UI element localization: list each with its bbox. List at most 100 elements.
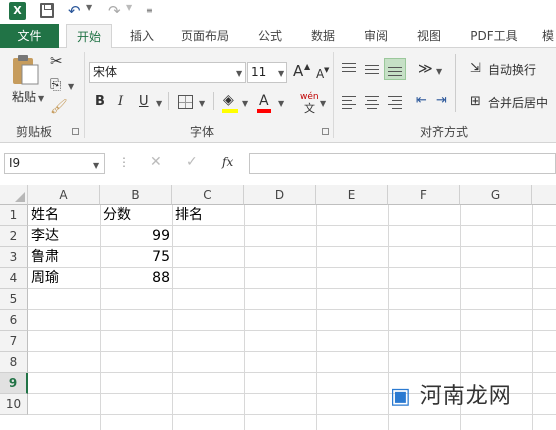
customize-toolbar-icon[interactable]: ≡ [146, 6, 153, 15]
copy-icon[interactable]: ⎘ [50, 76, 61, 94]
fill-color-icon[interactable]: ◈ [223, 91, 234, 109]
column-header-g[interactable]: G [460, 185, 532, 205]
tab-more[interactable]: 模 [540, 24, 556, 48]
name-box[interactable]: I9 [4, 153, 105, 174]
wrap-text-button[interactable]: 自动换行 [488, 61, 536, 79]
merge-center-icon[interactable]: ⊞ [470, 93, 481, 111]
column-header-a[interactable]: A [28, 185, 100, 205]
gridline [28, 372, 556, 373]
row-header-5[interactable]: 5 [0, 289, 28, 310]
row-header-4[interactable]: 4 [0, 268, 28, 289]
middle-align-icon[interactable] [365, 62, 381, 76]
undo-dropdown-icon[interactable]: ▼ [86, 3, 92, 12]
tab-formulas[interactable]: 公式 [250, 24, 290, 48]
tab-page-layout[interactable]: 页面布局 [173, 24, 237, 48]
paste-button[interactable]: 粘贴 [12, 88, 36, 106]
underline-button[interactable]: U [139, 93, 149, 111]
align-right-icon[interactable] [388, 95, 404, 109]
italic-button[interactable]: I [118, 93, 123, 111]
group-divider [84, 52, 85, 138]
shrink-font-button[interactable]: A [316, 65, 324, 83]
font-color-button[interactable]: A [259, 92, 269, 110]
font-size-dropdown-icon[interactable]: ▼ [278, 69, 284, 78]
row-header-8[interactable]: 8 [0, 352, 28, 373]
font-color-dropdown-icon[interactable]: ▼ [278, 99, 284, 108]
decrease-indent-icon[interactable]: ⇤ [416, 92, 427, 110]
formula-bar-resize-icon[interactable]: ⋮ [118, 153, 130, 171]
row-header-10[interactable]: 10 [0, 394, 28, 415]
align-center-icon[interactable] [365, 95, 381, 109]
row-header-9[interactable]: 9 [0, 373, 28, 394]
alignment-group-label: 对齐方式 [420, 125, 469, 139]
paste-icon[interactable] [10, 54, 40, 86]
column-header-d[interactable]: D [244, 185, 316, 205]
fill-color-dropdown-icon[interactable]: ▼ [242, 99, 248, 108]
tab-review[interactable]: 审阅 [356, 24, 396, 48]
cell-b3[interactable]: 75 [101, 247, 170, 268]
row-header-2[interactable]: 2 [0, 226, 28, 247]
redo-dropdown-icon[interactable]: ▼ [126, 3, 132, 12]
font-color-swatch [257, 109, 271, 113]
column-header-c[interactable]: C [172, 185, 244, 205]
row-header-6[interactable]: 6 [0, 310, 28, 331]
insert-function-button[interactable]: fx [222, 153, 233, 171]
cut-icon[interactable]: ✂ [50, 52, 63, 70]
align-left-icon[interactable] [342, 95, 358, 109]
tab-insert[interactable]: 插入 [122, 24, 162, 48]
bold-button[interactable]: B [95, 93, 105, 111]
row-header-7[interactable]: 7 [0, 331, 28, 352]
format-painter-icon[interactable]: 🖌 [50, 98, 68, 116]
grow-font-button[interactable]: A [293, 62, 303, 80]
font-name-dropdown-icon[interactable]: ▼ [236, 69, 242, 78]
cell-a4[interactable]: 周瑜 [31, 268, 99, 289]
cell-b4[interactable]: 88 [101, 268, 170, 289]
phonetic-dropdown-icon[interactable]: ▼ [320, 99, 326, 108]
paste-dropdown-icon[interactable]: ▼ [38, 94, 44, 103]
merge-center-button[interactable]: 合并后居中 [488, 94, 548, 112]
borders-dropdown-icon[interactable]: ▼ [199, 99, 205, 108]
gridline [316, 205, 317, 430]
redo-icon[interactable]: ↷ [108, 1, 121, 21]
row-header-3[interactable]: 3 [0, 247, 28, 268]
underline-dropdown-icon[interactable]: ▼ [156, 99, 162, 108]
save-icon[interactable] [40, 3, 54, 18]
column-header-b[interactable]: B [100, 185, 172, 205]
font-divider [168, 92, 169, 110]
column-header-f[interactable]: F [388, 185, 460, 205]
font-name-select[interactable]: 宋体 [89, 62, 246, 83]
name-box-dropdown-icon[interactable]: ▼ [93, 161, 99, 170]
tab-pdf-tools[interactable]: PDF工具 [463, 24, 525, 48]
gridline [244, 205, 245, 430]
wrap-text-icon[interactable]: ⇲ [470, 60, 481, 78]
quick-access-toolbar: X ↶ ▼ ↷ ▼ ≡ [0, 0, 556, 24]
cell-b1[interactable]: 分数 [103, 205, 171, 226]
tab-data[interactable]: 数据 [303, 24, 343, 48]
font-launcher-icon[interactable] [322, 128, 329, 135]
enter-icon[interactable]: ✓ [186, 153, 198, 171]
select-all-corner[interactable] [0, 185, 28, 205]
tab-home[interactable]: 开始 [66, 24, 112, 49]
orientation-dropdown-icon[interactable]: ▼ [436, 67, 442, 76]
increase-indent-icon[interactable]: ⇥ [436, 92, 447, 110]
row-header-1[interactable]: 1 [0, 205, 28, 226]
copy-dropdown-icon[interactable]: ▼ [68, 82, 74, 91]
cell-c1[interactable]: 排名 [175, 205, 243, 226]
top-align-icon[interactable] [342, 62, 358, 76]
borders-icon[interactable] [178, 95, 193, 109]
cell-a1[interactable]: 姓名 [31, 205, 99, 226]
cell-a3[interactable]: 鲁肃 [31, 247, 99, 268]
watermark: ▣ 河南龙网 [390, 384, 512, 409]
formula-input[interactable] [249, 153, 556, 174]
tab-view[interactable]: 视图 [409, 24, 449, 48]
bottom-align-icon[interactable] [384, 58, 406, 80]
column-header-h[interactable] [532, 185, 556, 205]
cell-a2[interactable]: 李达 [31, 226, 99, 247]
ribbon-home: 粘贴 ▼ ✂ ⎘ ▼ 🖌 剪贴板 宋体 ▼ 11 ▼ A ▲ A ▼ B I U… [0, 48, 556, 143]
column-header-e[interactable]: E [316, 185, 388, 205]
undo-icon[interactable]: ↶ [68, 1, 81, 21]
tab-file[interactable]: 文件 [0, 24, 59, 48]
orientation-icon[interactable]: ≫ [418, 60, 433, 78]
cell-b2[interactable]: 99 [101, 226, 170, 247]
cancel-icon[interactable]: ✕ [150, 153, 162, 171]
clipboard-launcher-icon[interactable] [72, 128, 79, 135]
